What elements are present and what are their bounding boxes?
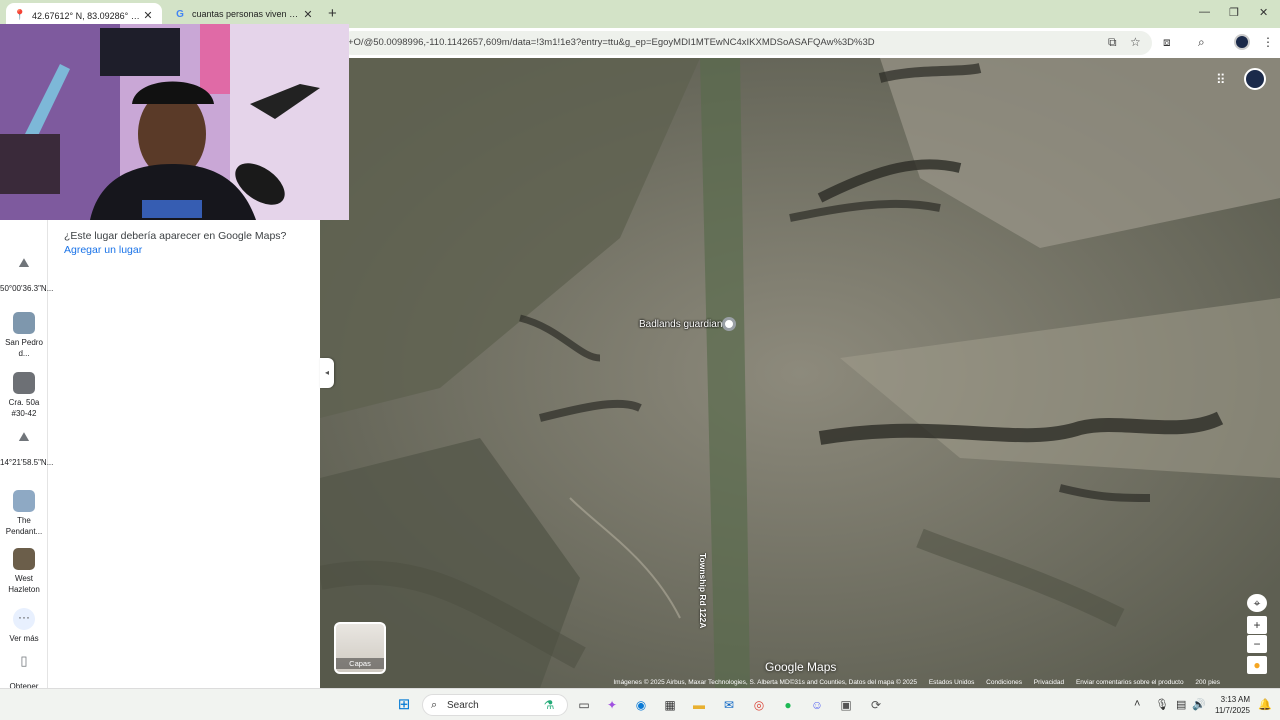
network-icon[interactable]: ▤ [1176, 698, 1186, 711]
recent-item[interactable]: ⛰ 50°00'36.3"N... [0, 255, 53, 295]
close-tab-icon[interactable]: ✕ [302, 8, 314, 21]
tab-title: 42.67612° N, 83.09286° O - Go [32, 10, 142, 21]
close-tab-icon[interactable]: ✕ [142, 9, 154, 22]
maps-pin-icon: 📍 [13, 10, 27, 21]
recent-label: Cra. 50a #30-42 [8, 398, 40, 418]
satellite-map[interactable]: ⠿ Badlands guardian Township Rd 122A Cap… [320, 58, 1280, 688]
microphone-icon[interactable]: 🎙 [1155, 698, 1169, 711]
copilot-icon[interactable]: ✦ [603, 696, 621, 714]
notification-icon[interactable]: 🔔 [1258, 698, 1272, 711]
photo-thumb [13, 372, 35, 394]
google-maps-logo: Google Maps [765, 660, 837, 674]
search-placeholder: Search [447, 700, 479, 711]
footer-link[interactable]: Condiciones [986, 679, 1022, 686]
tab-search[interactable]: G cuantas personas viven en bog ✕ [166, 2, 322, 26]
edge-icon[interactable]: ◉ [632, 696, 650, 714]
extensions-icon[interactable]: ⧈ [1163, 35, 1171, 50]
attribution-bar: Imágenes © 2025 Airbus, Maxar Technologi… [320, 679, 1280, 688]
clock-date: 11/7/2025 [1215, 706, 1250, 715]
more-label: Ver más [9, 634, 39, 643]
clock[interactable]: 3:13 AM 11/7/2025 [1210, 694, 1250, 716]
missing-place-question: ¿Este lugar debería aparecer en Google M… [64, 230, 287, 242]
add-place-link[interactable]: Agregar un lugar [64, 244, 142, 256]
widgets-icon[interactable]: ⚗ [540, 696, 558, 714]
recents-sidebar: ⛰ 50°00'36.3"N... San Pedro d... Cra. 50… [0, 220, 53, 691]
zoom-in-button[interactable]: + [1247, 616, 1267, 634]
menu-dots-icon[interactable]: ⋮ [1262, 35, 1274, 49]
attribution-text: Imágenes © 2025 Airbus, Maxar Technologi… [613, 679, 918, 686]
more-button[interactable]: ··· Ver más [0, 608, 48, 645]
recent-label: 50°00'36.3"N... [0, 284, 54, 293]
volume-icon[interactable]: 🔊 [1192, 698, 1206, 711]
install-app-icon[interactable]: ⧉ [1108, 35, 1117, 50]
photo-thumb [13, 548, 35, 570]
footer-link[interactable]: Enviar comentarios sobre el producto [1076, 679, 1184, 686]
my-location-icon[interactable]: ⌖ [1247, 594, 1267, 612]
recent-label: The Pendant... [5, 516, 43, 536]
recent-item[interactable]: ⛰ 14°21'58.5"N... [0, 429, 53, 469]
recent-item[interactable]: Cra. 50a #30-42 [0, 372, 48, 419]
recent-label: San Pedro d... [5, 338, 43, 358]
outlook-icon[interactable]: ✉ [720, 696, 738, 714]
app-icon[interactable]: ▣ [837, 696, 855, 714]
pegman-icon[interactable]: ● [1247, 656, 1267, 674]
place-pin-icon[interactable] [722, 317, 736, 331]
bookmark-star-icon[interactable]: ☆ [1130, 35, 1141, 49]
file-explorer-icon[interactable]: ▬ [690, 696, 708, 714]
store-icon[interactable]: ▦ [661, 696, 679, 714]
layers-label: Capas [336, 658, 384, 669]
restore-icon[interactable]: ❐ [1229, 6, 1239, 19]
photo-thumb [13, 490, 35, 512]
recent-label: 14°21'58.5"N... [0, 458, 54, 467]
reading-mode-icon[interactable]: ⌕ [1198, 35, 1205, 50]
task-view-icon[interactable]: ▭ [575, 696, 593, 714]
recent-label: West Hazleton [8, 574, 40, 594]
google-apps-icon[interactable]: ⠿ [1216, 72, 1226, 88]
more-dots-icon: ··· [13, 608, 35, 630]
discord-icon[interactable]: ☺ [808, 696, 826, 714]
profile-avatar[interactable] [1234, 34, 1250, 50]
webcam-feed [0, 24, 349, 220]
spotify-icon[interactable]: ● [779, 696, 797, 714]
collapse-panel-button[interactable]: ◂ [320, 358, 334, 388]
road-label: Township Rd 122A [698, 553, 708, 629]
zoom-out-button[interactable]: − [1247, 635, 1267, 653]
google-g-icon: G [176, 8, 184, 20]
windows-start-icon[interactable]: ⊞ [395, 696, 413, 714]
footer-link[interactable]: Estados Unidos [929, 679, 975, 686]
close-window-icon[interactable]: ✕ [1259, 6, 1268, 19]
pin-icon: ⛰ [18, 429, 30, 444]
new-tab-button[interactable]: + [328, 5, 337, 22]
recent-item[interactable]: San Pedro d... [0, 312, 48, 359]
pin-icon: ⛰ [18, 255, 30, 270]
footer-link[interactable]: Privacidad [1034, 679, 1064, 686]
scale-label[interactable]: 200 pies [1195, 679, 1220, 686]
photo-thumb [13, 312, 35, 334]
search-icon: ⌕ [431, 699, 438, 711]
tab-title: cuantas personas viven en bog [192, 9, 302, 19]
minimize-icon[interactable]: — [1199, 6, 1210, 18]
address-bar[interactable]: +O/@50.0098996,-110.1142657,609m/data=!3… [340, 31, 1152, 55]
recent-item[interactable]: The Pendant... [0, 490, 48, 537]
side-panel: ¿Este lugar debería aparecer en Google M… [48, 220, 320, 688]
tray-chevron-icon[interactable]: ˄ [1134, 698, 1140, 710]
url-text[interactable]: +O/@50.0098996,-110.1142657,609m/data=!3… [348, 37, 1088, 48]
clock-time: 3:13 AM [1220, 695, 1250, 704]
windows-taskbar: ⊞ ⌕ Search ⚗ ▭ ✦ ◉ ▦ ▬ ✉ ◎ ● ☺ ▣ ⟳ ˄ 🎙 ▤… [0, 688, 1280, 720]
webcam-overlay [0, 24, 349, 220]
layers-button[interactable]: Capas [334, 622, 386, 674]
phone-icon: ▯ [20, 653, 28, 668]
place-label[interactable]: Badlands guardian [639, 319, 722, 330]
map-profile-avatar[interactable] [1244, 68, 1266, 90]
recent-item[interactable]: West Hazleton [0, 548, 48, 595]
chrome-icon[interactable]: ◎ [750, 696, 768, 714]
app-icon-2[interactable]: ⟳ [867, 696, 885, 714]
satellite-imagery [320, 58, 1280, 688]
